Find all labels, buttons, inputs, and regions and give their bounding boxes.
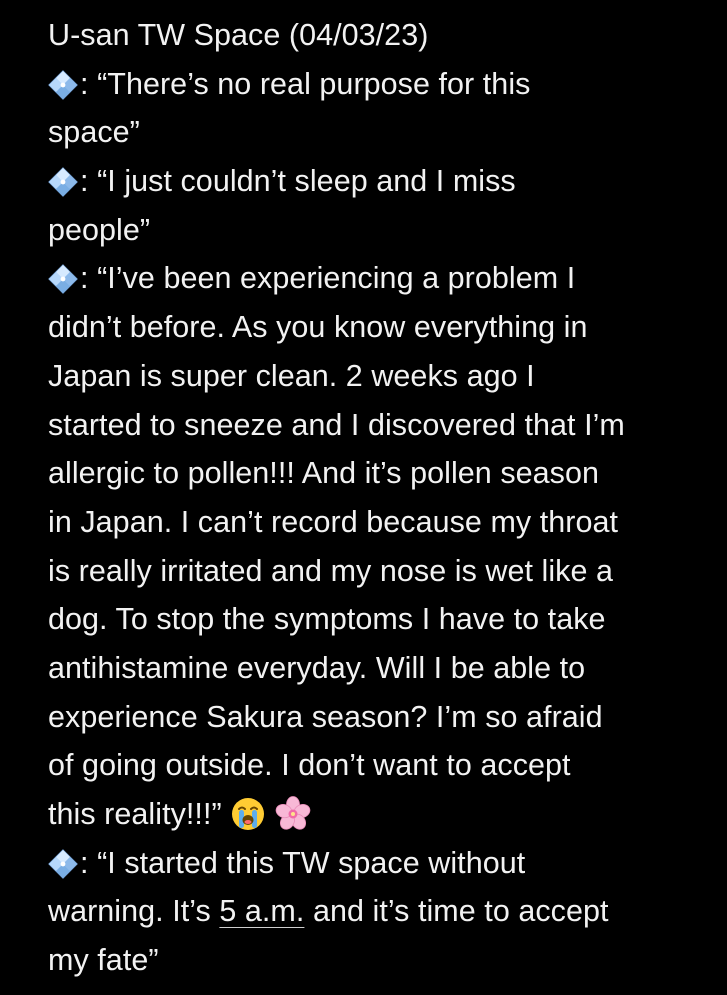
- quote-text: is really irritated and my nose is wet l…: [48, 553, 614, 588]
- quote-text: didn’t before. As you know everything in: [48, 310, 588, 345]
- quote-text: antihistamine everyday. Will I be able t…: [48, 650, 586, 685]
- diamond-shape-with-dot-icon: [48, 167, 78, 197]
- quote-separator: :: [80, 66, 98, 101]
- loudly-crying-face-icon: [232, 798, 265, 830]
- quote-text: “I’ve been experiencing a problem I: [97, 261, 576, 296]
- note-body: U-san TW Space (04/03/23) : “There’s no …: [48, 11, 708, 985]
- quote-line: : “There’s no real purpose for this: [48, 60, 708, 109]
- quote-text: people”: [48, 212, 151, 247]
- quote-text: “I started this TW space without: [97, 845, 526, 880]
- quote-separator: :: [80, 261, 98, 296]
- quote-text: dog. To stop the symptoms I have to take: [48, 602, 606, 637]
- quote-text: of going outside. I don’t want to accept: [48, 748, 571, 783]
- quote-line-with-emojis: this reality!!!”: [48, 790, 708, 839]
- quote-text: my fate”: [48, 943, 159, 978]
- quote-text: and it’s time to accept: [304, 894, 609, 929]
- quote-text: space”: [48, 115, 140, 150]
- quote-line: : “I just couldn’t sleep and I miss: [48, 157, 708, 206]
- quote-text: “I just couldn’t sleep and I miss: [97, 164, 516, 199]
- quote-text: this reality!!!”: [48, 797, 222, 831]
- quote-text: Japan is super clean. 2 weeks ago I: [48, 358, 535, 393]
- diamond-shape-with-dot-icon: [48, 70, 78, 100]
- quote-text: experience Sakura season? I’m so afraid: [48, 699, 603, 734]
- diamond-shape-with-dot-icon: [48, 264, 78, 294]
- quote-line: : “I started this TW space without: [48, 839, 708, 888]
- quote-separator: :: [80, 845, 98, 880]
- time-link[interactable]: 5 a.m.: [219, 894, 304, 928]
- quote-text: started to sneeze and I discovered that …: [48, 407, 625, 442]
- quote-separator: :: [80, 164, 98, 199]
- quote-line: : “I’ve been experiencing a problem I: [48, 254, 708, 303]
- cherry-blossom-icon: [275, 796, 311, 830]
- note-title: U-san TW Space (04/03/23): [48, 18, 429, 52]
- diamond-shape-with-dot-icon: [48, 849, 78, 879]
- quote-line: warning. It’s 5 a.m. and it’s time to ac…: [48, 887, 708, 936]
- quote-text: in Japan. I can’t record because my thro…: [48, 504, 619, 539]
- quote-text: “There’s no real purpose for this: [97, 66, 531, 101]
- quote-text: allergic to pollen!!! And it’s pollen se…: [48, 456, 599, 491]
- quote-text: warning. It’s: [48, 894, 220, 929]
